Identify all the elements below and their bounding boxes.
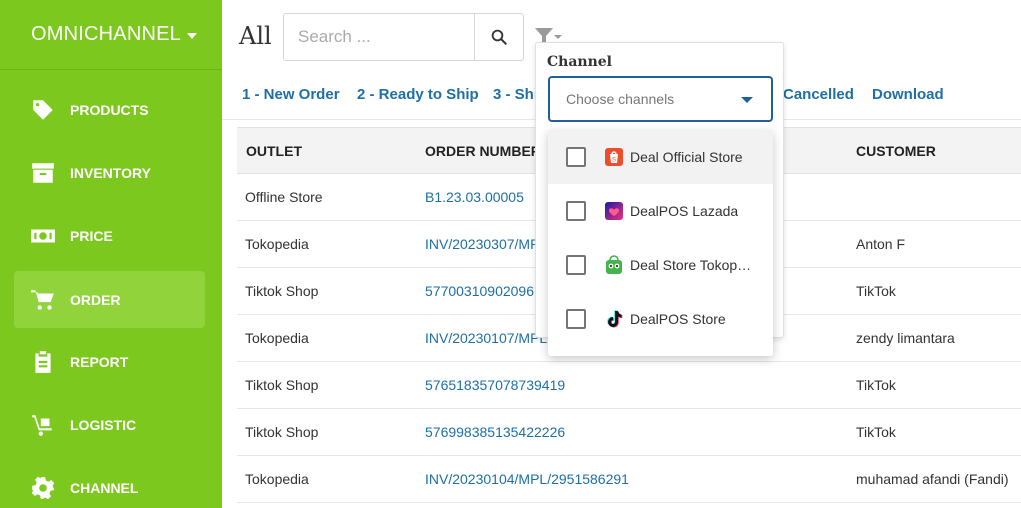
dolly-icon: [29, 411, 57, 439]
channel-options-list: S Deal Official Store DealPOS Lazada Dea…: [548, 130, 773, 356]
outlet-cell: Tokopedia: [245, 236, 309, 252]
sidebar-item-inventory[interactable]: INVENTORY: [14, 144, 205, 201]
table-row[interactable]: Tokopedia INV/20230104/MPL/2951586291 mu…: [237, 456, 1021, 503]
channel-option[interactable]: DealPOS Lazada: [548, 184, 773, 238]
brand-label: OMNICHANNEL: [31, 23, 181, 45]
order-number-link[interactable]: 576998385135422226: [425, 424, 565, 440]
customer-cell: TikTok: [856, 377, 896, 393]
sidebar-item-label: CHANNEL: [70, 479, 139, 496]
sidebar-item-label: LOGISTIC: [70, 416, 137, 433]
customer-cell: TikTok: [856, 283, 896, 299]
sidebar-item-report[interactable]: REPORT: [14, 333, 205, 390]
download-link[interactable]: Download: [872, 86, 944, 103]
option-label: DealPOS Store: [630, 311, 726, 327]
sidebar-item-channel[interactable]: CHANNEL: [14, 459, 205, 508]
option-label: Deal Store Tokopedia: [630, 257, 755, 273]
gear-icon: [29, 474, 57, 502]
option-label: DealPOS Lazada: [630, 203, 739, 219]
caret-down-icon: [187, 33, 197, 39]
order-number-link[interactable]: 576518357078739419: [425, 377, 565, 393]
tab-shipped[interactable]: 3 - Shi: [493, 86, 538, 103]
tab-ready-to-ship[interactable]: 2 - Ready to Ship: [357, 86, 479, 103]
outlet-cell: Tokopedia: [245, 330, 309, 346]
search-icon: [491, 29, 507, 45]
sidebar-item-label: REPORT: [70, 353, 129, 370]
sidebar-item-logistic[interactable]: LOGISTIC: [14, 396, 205, 453]
option-label: Deal Official Store: [630, 149, 743, 165]
sidebar-item-label: ORDER: [70, 291, 121, 308]
order-number-link[interactable]: B1.23.03.00005: [425, 189, 524, 205]
customer-cell: TikTok: [856, 424, 896, 440]
search-button[interactable]: [474, 14, 523, 60]
order-number-link[interactable]: INV/20230307/MPL: [425, 236, 547, 252]
customer-cell: Anton F: [856, 236, 906, 252]
brand-menu[interactable]: OMNICHANNEL: [0, 0, 222, 70]
sidebar-item-label: PRODUCTS: [70, 101, 149, 118]
tokopedia-icon: [604, 255, 624, 275]
customer-cell: zendy limantara: [856, 330, 955, 346]
option-checkbox[interactable]: [566, 255, 586, 275]
lazada-icon: [604, 201, 624, 221]
column-header-order-number[interactable]: ORDER NUMBER: [425, 143, 541, 159]
channel-label: Channel: [547, 54, 612, 70]
tiktok-icon: [604, 309, 624, 329]
channel-option[interactable]: Deal Store Tokopedia: [548, 238, 773, 292]
tab-new-order[interactable]: 1 - New Order: [242, 86, 340, 103]
cart-icon: [29, 286, 57, 314]
outlet-cell: Tiktok Shop: [245, 283, 319, 299]
sidebar-item-price[interactable]: PRICE: [14, 207, 205, 264]
caret-down-icon: [741, 97, 753, 103]
table-row[interactable]: Tiktok Shop 576518357078739419 TikTok: [237, 362, 1021, 409]
outlet-cell: Tokopedia: [245, 471, 309, 487]
order-number-link[interactable]: INV/20230107/MPL: [425, 330, 547, 346]
sidebar: OMNICHANNEL PRODUCTS INVENTORY PRICE ORD…: [0, 0, 222, 508]
app-root: OMNICHANNEL PRODUCTS INVENTORY PRICE ORD…: [0, 0, 1021, 508]
search-input[interactable]: [284, 14, 474, 60]
column-header-outlet[interactable]: OUTLET: [246, 143, 302, 159]
svg-text:S: S: [612, 158, 616, 164]
option-checkbox[interactable]: [566, 309, 586, 329]
tag-icon: [29, 96, 57, 124]
option-checkbox[interactable]: [566, 201, 586, 221]
outlet-cell: Tiktok Shop: [245, 424, 319, 440]
table-row[interactable]: Tiktok Shop 576998385135422226 TikTok: [237, 409, 1021, 456]
clipboard-icon: [29, 348, 57, 376]
order-number-link[interactable]: INV/20230104/MPL/2951586291: [425, 471, 629, 487]
channel-option[interactable]: DealPOS Store: [548, 292, 773, 346]
outlet-cell: Tiktok Shop: [245, 377, 319, 393]
channel-select[interactable]: Choose channels: [548, 76, 773, 122]
column-header-customer[interactable]: CUSTOMER: [856, 143, 936, 159]
sidebar-item-label: INVENTORY: [70, 164, 151, 181]
option-checkbox[interactable]: [566, 147, 586, 167]
shopee-icon: S: [604, 147, 624, 167]
outlet-cell: Offline Store: [245, 189, 323, 205]
sidebar-item-label: PRICE: [70, 227, 113, 244]
customer-cell: muhamad afandi (Fandi): [856, 471, 1009, 487]
search-box: [283, 13, 524, 61]
money-icon: [29, 222, 57, 250]
box-icon: [29, 159, 57, 187]
page-title: All: [239, 22, 272, 50]
sidebar-item-products[interactable]: PRODUCTS: [14, 81, 205, 138]
tab-cancelled[interactable]: Cancelled: [783, 86, 854, 103]
channel-option[interactable]: S Deal Official Store: [548, 130, 773, 184]
channel-select-placeholder: Choose channels: [566, 91, 675, 107]
sidebar-item-order[interactable]: ORDER: [14, 271, 205, 328]
order-number-link[interactable]: 577003109020961: [425, 283, 542, 299]
